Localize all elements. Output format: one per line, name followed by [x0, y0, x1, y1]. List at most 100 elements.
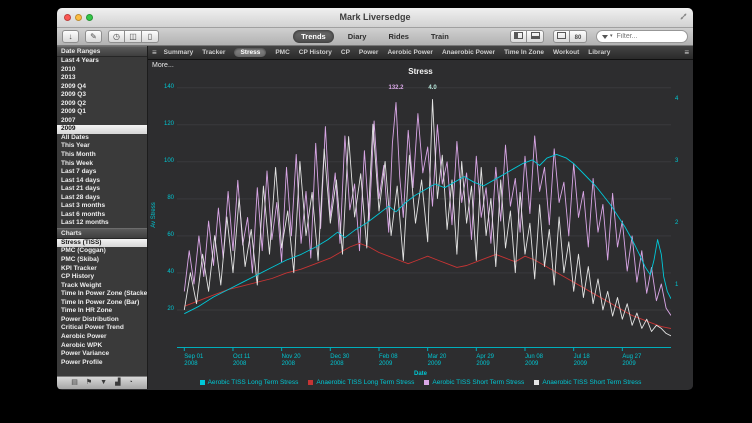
tab-power[interactable]: Power [359, 49, 379, 56]
tiled-view-button[interactable]: 80 [570, 30, 587, 43]
sidebar-item-kpi-tracker[interactable]: KPI Tracker [57, 265, 147, 274]
sidebar-item-2009-q4[interactable]: 2009 Q4 [57, 83, 147, 92]
tab-library[interactable]: Library [588, 49, 610, 56]
sidebar-item-last-28-days[interactable]: Last 28 days [57, 194, 147, 203]
minimize-button[interactable] [75, 14, 82, 21]
legend-item-aerobic-tiss-long-term-stress[interactable]: Aerobic TISS Long Term Stress [200, 379, 299, 386]
close-button[interactable] [64, 14, 71, 21]
menu-icon-left[interactable]: ≡ [152, 46, 157, 59]
sidebar-item-track-weight[interactable]: Track Weight [57, 282, 147, 291]
import-button[interactable]: ↓ [62, 30, 79, 43]
view-tab-train[interactable]: Train [423, 30, 457, 43]
sidebar-item-cp-history[interactable]: CP History [57, 273, 147, 282]
split-button[interactable]: ◫ [125, 30, 142, 43]
legend-item-aerobic-tiss-short-term-stress[interactable]: Aerobic TISS Short Term Stress [424, 379, 524, 386]
resize-icon[interactable] [679, 12, 688, 21]
bookmark-icon[interactable]: ⚑ [86, 377, 92, 389]
x-tick: Dec 30 2008 [330, 354, 349, 368]
sidebar-item-power-profile[interactable]: Power Profile [57, 359, 147, 368]
menu-icon-right[interactable]: ≡ [684, 46, 689, 59]
bottombar-toggle-button[interactable] [527, 30, 544, 43]
sidebar-item-this-year[interactable]: This Year [57, 142, 147, 151]
sidebar-icon [514, 32, 523, 39]
sidebar-item-time-in-hr-zone[interactable]: Time In HR Zone [57, 307, 147, 316]
sidebar-item-aerobic-power[interactable]: Aerobic Power [57, 333, 147, 342]
tab-anaerobic-power[interactable]: Anaerobic Power [442, 49, 495, 56]
sidebar-item-stress-tiss[interactable]: Stress (TISS) [57, 239, 147, 248]
date-range-list: Last 4 Years201020132009 Q42009 Q32009 Q… [57, 57, 147, 228]
sidebar-item-2013[interactable]: 2013 [57, 74, 147, 83]
filter-icon[interactable]: ▼ [100, 377, 107, 389]
stopwatch-button[interactable]: ◷ [108, 30, 125, 43]
tab-cp-history[interactable]: CP History [299, 49, 332, 56]
sidebar-item-2009-q1[interactable]: 2009 Q1 [57, 108, 147, 117]
y-right-tick: 4 [675, 96, 678, 102]
sidebar-item-2009[interactable]: 2009 [57, 125, 147, 134]
view-tab-rides[interactable]: Rides [380, 30, 416, 43]
legend-item-anaerobic-tiss-short-term-stress[interactable]: Anaerobic TISS Short Term Stress [534, 379, 641, 386]
sidebar-item-all-dates[interactable]: All Dates [57, 134, 147, 143]
calendar-icon[interactable]: ▤ [71, 377, 78, 389]
trash-button[interactable]: ▯ [142, 30, 159, 43]
tab-tracker[interactable]: Tracker [202, 49, 225, 56]
sidebar-item-power-variance[interactable]: Power Variance [57, 350, 147, 359]
sidebar-item-2007[interactable]: 2007 [57, 117, 147, 126]
x-tick: Nov 20 2008 [282, 354, 301, 368]
sidebar-item-pmc-skiba[interactable]: PMC (Skiba) [57, 256, 147, 265]
sidebar-item-time-in-power-zone-stacked[interactable]: Time In Power Zone (Stacked) [57, 290, 147, 299]
tab-aerobic-power[interactable]: Aerobic Power [387, 49, 433, 56]
sidebar-item-last-21-days[interactable]: Last 21 days [57, 185, 147, 194]
sidebar-item-time-in-power-zone-bar[interactable]: Time In Power Zone (Bar) [57, 299, 147, 308]
y-left-tick: 40 [152, 269, 174, 275]
chart-svg [177, 84, 671, 352]
sidebar-footer-toolbar: ▤ ⚑ ▼ ▟ ◔ [57, 376, 147, 389]
zoom-button[interactable] [86, 14, 93, 21]
sidebar-item-aerobic-wpk[interactable]: Aerobic WPK [57, 342, 147, 351]
tab-time-in-zone[interactable]: Time In Zone [504, 49, 544, 56]
sidebar-item-power-distribution[interactable]: Power Distribution [57, 316, 147, 325]
single-view-button[interactable] [553, 30, 570, 43]
sidebar-item-last-14-days[interactable]: Last 14 days [57, 177, 147, 186]
peak-annotation: 4.0 [428, 85, 436, 91]
sidebar-item-2009-q2[interactable]: 2009 Q2 [57, 100, 147, 109]
compose-button[interactable]: ✎ [85, 30, 102, 43]
sidebar-item-critical-power-trend[interactable]: Critical Power Trend [57, 324, 147, 333]
sidebar-item-2010[interactable]: 2010 [57, 66, 147, 75]
legend-item-anaerobic-tiss-long-term-stress[interactable]: Anaerobic TISS Long Term Stress [308, 379, 414, 386]
x-tick: Jul 18 2009 [574, 354, 590, 368]
legend-swatch [424, 380, 429, 385]
sidebar-item-last-4-years[interactable]: Last 4 Years [57, 57, 147, 66]
sidebar-item-last-12-months[interactable]: Last 12 months [57, 219, 147, 228]
sidebar-item-pmc-coggan[interactable]: PMC (Coggan) [57, 247, 147, 256]
tab-summary[interactable]: Summary [164, 49, 194, 56]
view-tab-diary[interactable]: Diary [340, 30, 375, 43]
sidebar-item-this-week[interactable]: This Week [57, 160, 147, 169]
tab-cp[interactable]: CP [341, 49, 350, 56]
tab-stress[interactable]: Stress [234, 48, 266, 57]
chart-icon[interactable]: ▟ [115, 377, 120, 389]
series-anaerobic-tiss-short-term-stress [184, 100, 671, 336]
y-left-tick: 20 [152, 306, 174, 312]
sidebar-item-last-3-months[interactable]: Last 3 months [57, 202, 147, 211]
sidebar-item-last-6-months[interactable]: Last 6 months [57, 211, 147, 220]
x-tick: Jun 08 2009 [525, 354, 543, 368]
tab-pmc[interactable]: PMC [275, 49, 289, 56]
main-toolbar: ↓ ✎ ◷ ◫ ▯ Trends Diary Rides Train 80 ▾ [57, 28, 693, 46]
x-tick: Oct 11 2008 [233, 354, 250, 368]
right-toolbar-cluster: 80 ▾ [510, 30, 688, 43]
sidebar-toggle-button[interactable] [510, 30, 527, 43]
plot-area[interactable] [177, 84, 671, 352]
sidebar-item-last-7-days[interactable]: Last 7 days [57, 168, 147, 177]
sidebar-item-2009-q3[interactable]: 2009 Q3 [57, 91, 147, 100]
bottombar-icon [531, 32, 540, 39]
filter-input[interactable] [615, 32, 682, 41]
sidebar-item-this-month[interactable]: This Month [57, 151, 147, 160]
legend-swatch [534, 380, 539, 385]
content-area: Date Ranges Last 4 Years201020132009 Q42… [57, 46, 693, 389]
clock-icon[interactable]: ◔ [129, 377, 133, 389]
y-left-tick: 60 [152, 232, 174, 238]
view-tab-trends[interactable]: Trends [293, 30, 334, 43]
legend-swatch [308, 380, 313, 385]
tab-workout[interactable]: Workout [553, 49, 579, 56]
filter-field[interactable]: ▾ [596, 30, 688, 43]
